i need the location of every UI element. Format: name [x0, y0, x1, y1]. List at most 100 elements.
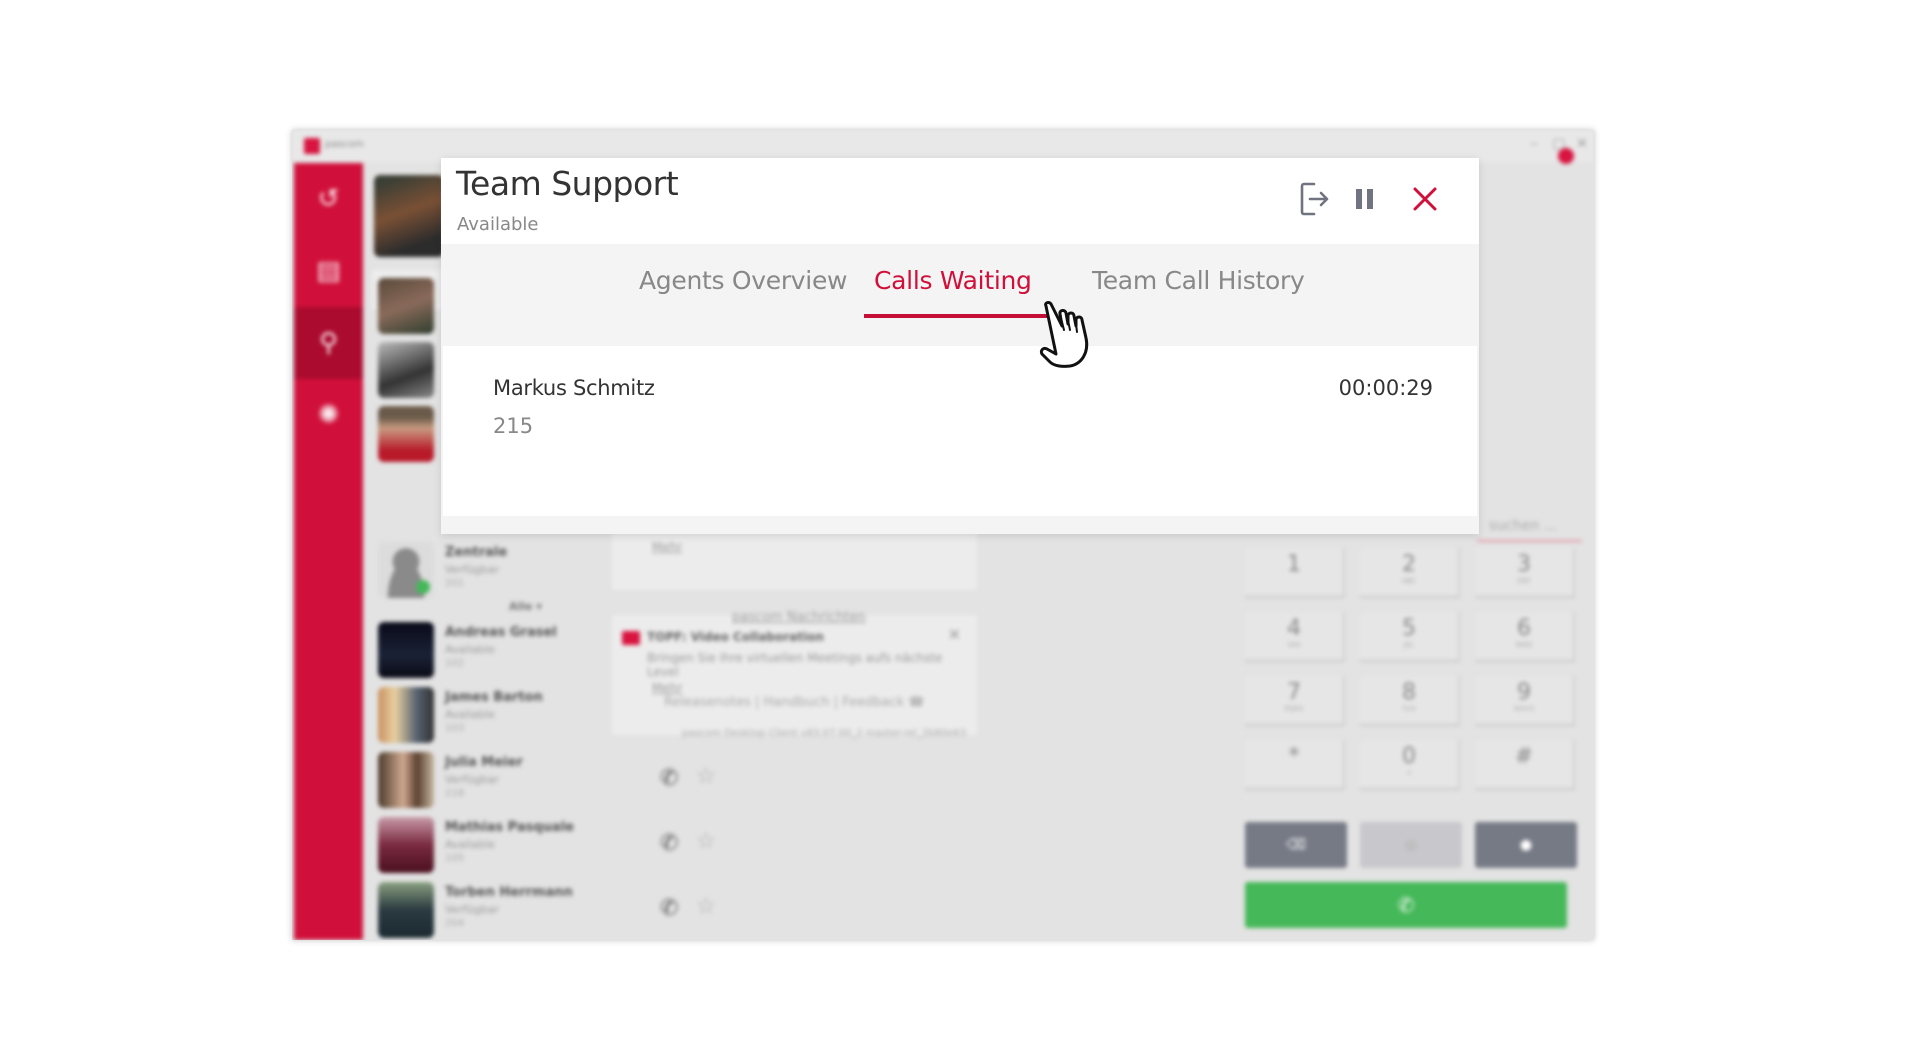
- key-digit: #: [1514, 744, 1534, 769]
- call-button[interactable]: ✆: [1245, 882, 1567, 928]
- contact-name: James Barton: [445, 690, 543, 705]
- contact-list-item[interactable]: Torben Herrmann Verfügbar 204 ✆ ☆: [378, 882, 898, 940]
- key-digit: 6: [1517, 616, 1531, 641]
- leave-team-button[interactable]: [1296, 178, 1334, 220]
- contact-status: Available: [445, 838, 495, 851]
- sidebar-item-history[interactable]: ↺: [294, 163, 363, 235]
- contact-status: Available: [445, 708, 495, 721]
- key-digit: 5: [1402, 616, 1416, 641]
- footer-links[interactable]: Releasenotes | Handbuch | Feedback ☎: [664, 695, 925, 710]
- dialpad-key[interactable]: 5 JKL: [1360, 612, 1460, 662]
- star-outline-icon[interactable]: ☆: [696, 764, 716, 789]
- minimize-button[interactable]: –: [1524, 136, 1544, 152]
- dialpad-key[interactable]: #: [1475, 740, 1575, 790]
- dialpad-key[interactable]: 9 WXYZ: [1475, 676, 1575, 726]
- key-letters: WXYZ: [1513, 705, 1535, 713]
- voicemail-button[interactable]: ◎: [1360, 822, 1462, 868]
- key-digit: 0: [1402, 744, 1416, 769]
- my-avatar[interactable]: [374, 175, 444, 257]
- phone-icon[interactable]: ✆: [660, 896, 678, 921]
- sidebar-item-search[interactable]: ⚲: [294, 307, 363, 379]
- contact-list-item[interactable]: Julia Meier Verfügbar 218 ✆ ☆: [378, 752, 898, 810]
- phone-icon[interactable]: ✆: [660, 831, 678, 856]
- dialpad-key[interactable]: 6 MNO: [1475, 612, 1575, 662]
- history-icon: ↺: [317, 184, 340, 214]
- contact-extension: 201: [445, 578, 465, 589]
- close-dialog-button[interactable]: [1406, 178, 1444, 220]
- tab-agents-overview[interactable]: Agents Overview: [639, 266, 847, 303]
- dialpad-key[interactable]: 3 DEF: [1475, 548, 1575, 598]
- gear-icon: ✺: [317, 400, 340, 430]
- contact-name: Zentrale: [445, 545, 508, 560]
- key-letters: TUV: [1401, 705, 1417, 713]
- contact-extension: 204: [445, 918, 465, 929]
- dialpad-key[interactable]: 8 TUV: [1360, 676, 1460, 726]
- contact-extension: 105: [445, 853, 465, 864]
- avatar: [378, 687, 434, 743]
- news-card: TOPF: Video Collaboration Bringen Sie Ih…: [612, 615, 977, 735]
- star-outline-icon[interactable]: ☆: [696, 829, 716, 854]
- news-link[interactable]: pascom Nachrichten: [732, 610, 866, 625]
- key-digit: 8: [1402, 680, 1416, 705]
- tab-team-call-history[interactable]: Team Call History: [1092, 266, 1305, 303]
- key-letters: JKL: [1403, 641, 1415, 649]
- dial-search-input[interactable]: suchen ...: [1477, 518, 1582, 542]
- dialpad-key[interactable]: 1: [1245, 548, 1345, 598]
- backspace-button[interactable]: ⌫: [1245, 822, 1347, 868]
- dialpad-key[interactable]: 2 ABC: [1360, 548, 1460, 598]
- team-tabs: Agents Overview Calls Waiting Team Call …: [441, 244, 1479, 346]
- leave-team-icon: [1300, 182, 1329, 216]
- tab-calls-waiting[interactable]: Calls Waiting: [874, 266, 1032, 303]
- sidebar-item-settings[interactable]: ✺: [294, 379, 363, 451]
- avatar: [378, 622, 434, 678]
- contact-name: Julia Meier: [445, 755, 523, 770]
- contact-extension: 102: [445, 658, 465, 669]
- sidebar: ↺ ▤ ⚲ ✺: [294, 163, 363, 940]
- key-digit: 7: [1287, 680, 1301, 705]
- key-digit: 2: [1402, 552, 1416, 577]
- window-close-button[interactable]: ✕: [1572, 136, 1592, 152]
- star-outline-icon[interactable]: ☆: [696, 894, 716, 919]
- contact-list-item[interactable]: Mathias Pasquale Available 105 ✆ ☆: [378, 817, 898, 875]
- close-icon[interactable]: ✕: [948, 625, 961, 644]
- dialpad-key[interactable]: *: [1245, 740, 1345, 790]
- dialpad-key[interactable]: 0 +: [1360, 740, 1460, 790]
- key-digit: 4: [1287, 616, 1301, 641]
- caller-extension: 215: [493, 414, 534, 438]
- dialog-header: Team Support Available: [441, 158, 1479, 244]
- sidebar-item-contacts[interactable]: ▤: [294, 235, 363, 307]
- phone-icon[interactable]: ✆: [660, 766, 678, 791]
- dialpad-key[interactable]: 4 GHI: [1245, 612, 1345, 662]
- contact-name: Andreas Grasel: [445, 625, 557, 640]
- avatar: [378, 752, 434, 808]
- notification-icon[interactable]: [1558, 148, 1574, 164]
- avatar: [378, 342, 434, 398]
- caller-name: Markus Schmitz: [493, 376, 655, 400]
- more-link[interactable]: Mehr: [652, 540, 682, 554]
- avatar: [378, 406, 434, 462]
- key-letters: GHI: [1287, 641, 1301, 649]
- key-letters: DEF: [1517, 577, 1531, 585]
- pascom-logo-icon: [304, 138, 320, 154]
- pause-button[interactable]: [1346, 178, 1384, 220]
- waiting-call-item[interactable]: Markus Schmitz 215 00:00:29: [443, 346, 1477, 456]
- more-link[interactable]: Mehr: [652, 681, 682, 695]
- video-toggle-button[interactable]: ●: [1475, 822, 1577, 868]
- contact-name: Torben Herrmann: [445, 885, 573, 900]
- team-support-dialog: Team Support Available Agents Overview C…: [441, 158, 1479, 534]
- key-letters: +: [1406, 769, 1412, 777]
- dialpad-key[interactable]: 7 PQRS: [1245, 676, 1345, 726]
- contact-status: Verfügbar: [445, 773, 500, 786]
- team-status: Available: [457, 214, 539, 235]
- pause-icon: [1356, 189, 1373, 209]
- active-tab-indicator: [864, 314, 1047, 318]
- news-description: Bringen Sie Ihre virtuellen Meetings auf…: [647, 651, 943, 679]
- contact-status: Verfügbar: [445, 563, 500, 576]
- key-digit: 3: [1517, 552, 1531, 577]
- team-title: Team Support: [456, 164, 679, 203]
- app-name: pascom: [325, 139, 365, 150]
- key-digit: 9: [1517, 680, 1531, 705]
- version-text: pascom Desktop Client v83.07.00_2 master…: [682, 728, 967, 739]
- contact-filter-dropdown[interactable]: Alle ▾: [509, 600, 542, 613]
- news-badge-icon: [622, 631, 640, 645]
